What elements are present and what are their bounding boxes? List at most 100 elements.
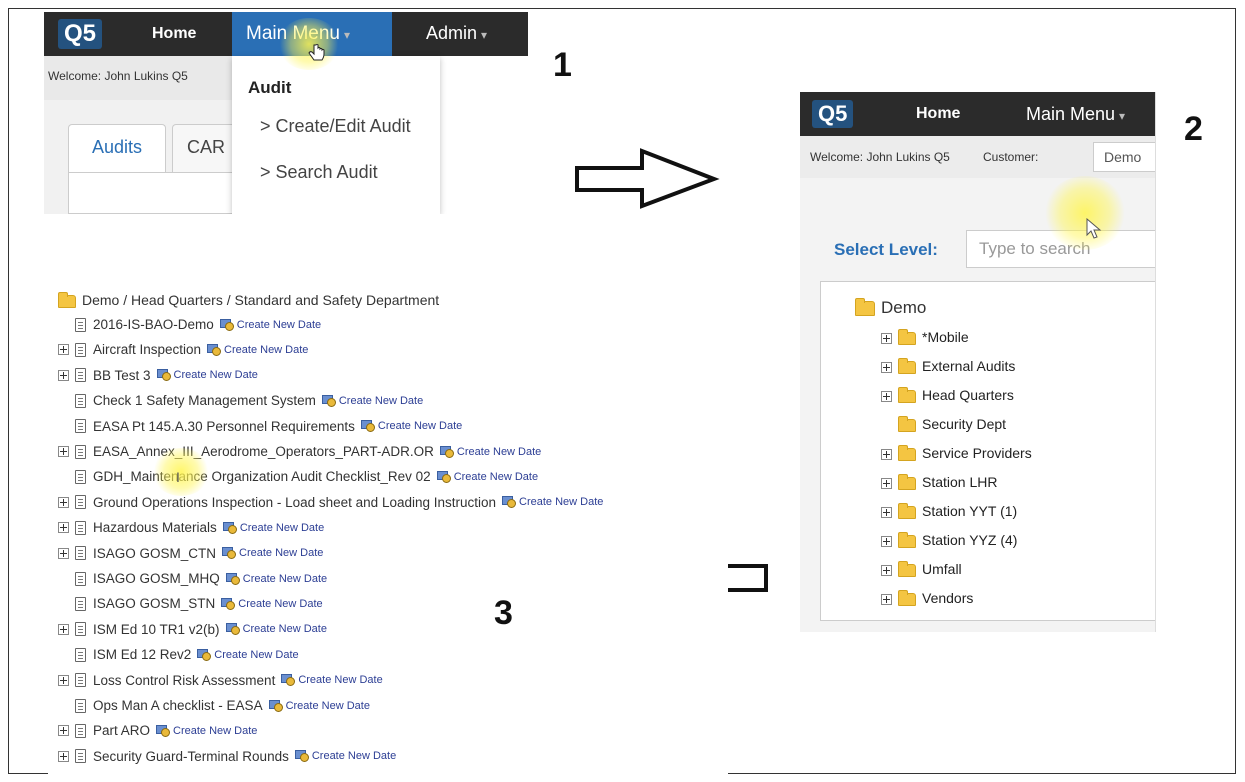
- create-new-date-link[interactable]: Create New Date: [268, 699, 370, 712]
- tree-item[interactable]: Security Dept: [881, 415, 1007, 432]
- create-new-date-link[interactable]: Create New Date: [222, 521, 324, 534]
- expand-plus-icon[interactable]: [881, 593, 892, 605]
- calendar-add-icon: [222, 521, 239, 534]
- expand-plus-icon[interactable]: [881, 332, 892, 344]
- create-new-date-link[interactable]: Create New Date: [207, 343, 309, 356]
- expand-plus-icon[interactable]: [881, 535, 892, 547]
- tree-item[interactable]: Station LHR: [881, 473, 997, 490]
- audit-list-item[interactable]: ISM Ed 10 TR1 v2(b) Create New Date: [58, 622, 327, 637]
- tree-root-demo[interactable]: Demo: [855, 298, 926, 318]
- tree-item[interactable]: *Mobile: [881, 328, 969, 345]
- expand-plus-icon[interactable]: [881, 477, 892, 489]
- create-new-date-label: Create New Date: [224, 343, 309, 356]
- tree-item[interactable]: Vendors: [881, 589, 973, 606]
- expand-plus-icon[interactable]: [881, 361, 892, 373]
- menu-item-create-edit-audit[interactable]: > Create/Edit Audit: [260, 116, 411, 137]
- audit-list-item[interactable]: Aircraft Inspection Create New Date: [58, 342, 308, 357]
- create-new-date-link[interactable]: Create New Date: [219, 318, 321, 331]
- create-new-date-link[interactable]: Create New Date: [156, 369, 258, 382]
- audit-item-label: Ops Man A checklist - EASA: [93, 698, 263, 713]
- create-new-date-link[interactable]: Create New Date: [225, 572, 327, 585]
- expand-plus-icon[interactable]: [58, 522, 69, 534]
- folder-icon: [898, 328, 916, 345]
- audit-list-item[interactable]: ISAGO GOSM_CTN Create New Date: [58, 546, 323, 561]
- calendar-add-icon: [225, 572, 242, 585]
- q5-logo[interactable]: Q5: [812, 100, 854, 128]
- tab-bar: Audits CAR: [68, 124, 242, 172]
- create-new-date-link[interactable]: Create New Date: [321, 394, 423, 407]
- expand-plus-icon[interactable]: [58, 344, 69, 356]
- folder-icon: [58, 291, 76, 308]
- create-new-date-link[interactable]: Create New Date: [436, 470, 538, 483]
- audit-item-label: GDH_Maintenance Organization Audit Check…: [93, 469, 431, 485]
- nav-main-menu[interactable]: Main Menu ▾: [1026, 104, 1125, 125]
- folder-icon: [898, 357, 916, 374]
- tree-item[interactable]: External Audits: [881, 357, 1015, 374]
- audit-list-item[interactable]: Part ARO Create New Date: [58, 723, 257, 738]
- create-new-date-link[interactable]: Create New Date: [360, 420, 462, 433]
- create-new-date-label: Create New Date: [242, 623, 327, 636]
- tree-item[interactable]: Head Quarters: [881, 386, 1014, 403]
- expand-plus-icon[interactable]: [58, 674, 69, 686]
- audit-list-item[interactable]: GDH_Maintenance Organization Audit Check…: [58, 469, 538, 484]
- audit-list-item[interactable]: EASA_Annex_III_Aerodrome_Operators_PART-…: [58, 444, 541, 459]
- tab-audits[interactable]: Audits: [68, 124, 166, 172]
- folder-icon: [898, 415, 916, 432]
- level-search-input[interactable]: Type to search: [966, 230, 1155, 268]
- audit-list-item[interactable]: ISAGO GOSM_MHQ Create New Date: [58, 571, 327, 586]
- audit-list-item[interactable]: ISM Ed 12 Rev2 Create New Date: [58, 647, 299, 662]
- tree-item-label: Station YYZ (4): [922, 532, 1018, 548]
- checklist-doc-icon: [75, 368, 86, 383]
- create-new-date-link[interactable]: Create New Date: [502, 496, 603, 509]
- q5-logo[interactable]: Q5: [58, 19, 103, 49]
- expand-plus-icon[interactable]: [58, 750, 69, 762]
- calendar-add-icon: [222, 547, 238, 560]
- create-new-date-link[interactable]: Create New Date: [225, 623, 327, 636]
- expand-plus-icon[interactable]: [881, 506, 892, 518]
- checklist-doc-icon: [75, 520, 86, 535]
- audit-list-item[interactable]: Check 1 Safety Management System Create N…: [58, 393, 423, 408]
- create-new-date-link[interactable]: Create New Date: [294, 750, 396, 763]
- expand-plus-icon[interactable]: [881, 564, 892, 576]
- expand-plus-icon[interactable]: [58, 496, 69, 508]
- tree-item[interactable]: Station YYT (1): [881, 502, 1017, 519]
- nav-admin[interactable]: Admin ▾: [426, 23, 487, 44]
- audit-item-label: EASA Pt 145.A.30 Personnel Requirements: [93, 418, 355, 434]
- expand-plus-icon[interactable]: [881, 390, 892, 402]
- create-new-date-link[interactable]: Create New Date: [197, 648, 299, 661]
- create-new-date-link[interactable]: Create New Date: [156, 724, 257, 737]
- calendar-add-icon: [219, 318, 236, 331]
- create-new-date-link[interactable]: Create New Date: [439, 445, 541, 458]
- audit-list-item[interactable]: EASA Pt 145.A.30 Personnel Requirements C…: [58, 419, 462, 434]
- tree-item[interactable]: Station YYZ (4): [881, 531, 1018, 548]
- audit-list-item[interactable]: Loss Control Risk Assessment Create New D…: [58, 673, 383, 688]
- nav-home[interactable]: Home: [916, 105, 960, 123]
- tree-item-label: Security Dept: [922, 416, 1007, 432]
- audit-list-item[interactable]: ISAGO GOSM_STN Create New Date: [58, 596, 323, 611]
- audit-list-item[interactable]: 2016-IS-BAO-Demo Create New Date: [58, 317, 321, 332]
- expand-plus-icon[interactable]: [58, 446, 69, 457]
- audit-list-item[interactable]: Hazardous Materials Create New Date: [58, 520, 324, 535]
- tree-item[interactable]: Service Providers: [881, 444, 1032, 461]
- audit-list-item[interactable]: Ground Operations Inspection - Load shee…: [58, 495, 603, 510]
- create-new-date-link[interactable]: Create New Date: [281, 674, 383, 687]
- expand-plus-icon[interactable]: [58, 369, 69, 381]
- audit-list-item[interactable]: BB Test 3 Create New Date: [58, 368, 258, 383]
- create-new-date-link[interactable]: Create New Date: [221, 597, 323, 610]
- create-new-date-link[interactable]: Create New Date: [222, 547, 323, 560]
- expand-plus-icon[interactable]: [58, 547, 69, 559]
- tree-item[interactable]: Umfall: [881, 560, 962, 577]
- nav-main-menu-label: Main Menu: [1026, 104, 1116, 124]
- expand-plus-icon[interactable]: [58, 623, 69, 635]
- caret-down-icon: ▾: [481, 28, 488, 42]
- expand-plus-icon[interactable]: [881, 448, 892, 460]
- customer-select[interactable]: Demo: [1093, 142, 1155, 172]
- menu-item-search-audit[interactable]: > Search Audit: [260, 162, 378, 183]
- audit-list-item[interactable]: Ops Man A checklist - EASA Create New Dat…: [58, 698, 370, 713]
- checklist-doc-icon: [75, 698, 86, 713]
- checklist-doc-icon: [75, 419, 86, 434]
- audit-list-item[interactable]: Security Guard-Terminal Rounds Create New…: [58, 749, 396, 764]
- nav-home[interactable]: Home: [152, 25, 196, 43]
- expand-plus-icon[interactable]: [58, 725, 69, 737]
- folder-icon: [898, 502, 916, 519]
